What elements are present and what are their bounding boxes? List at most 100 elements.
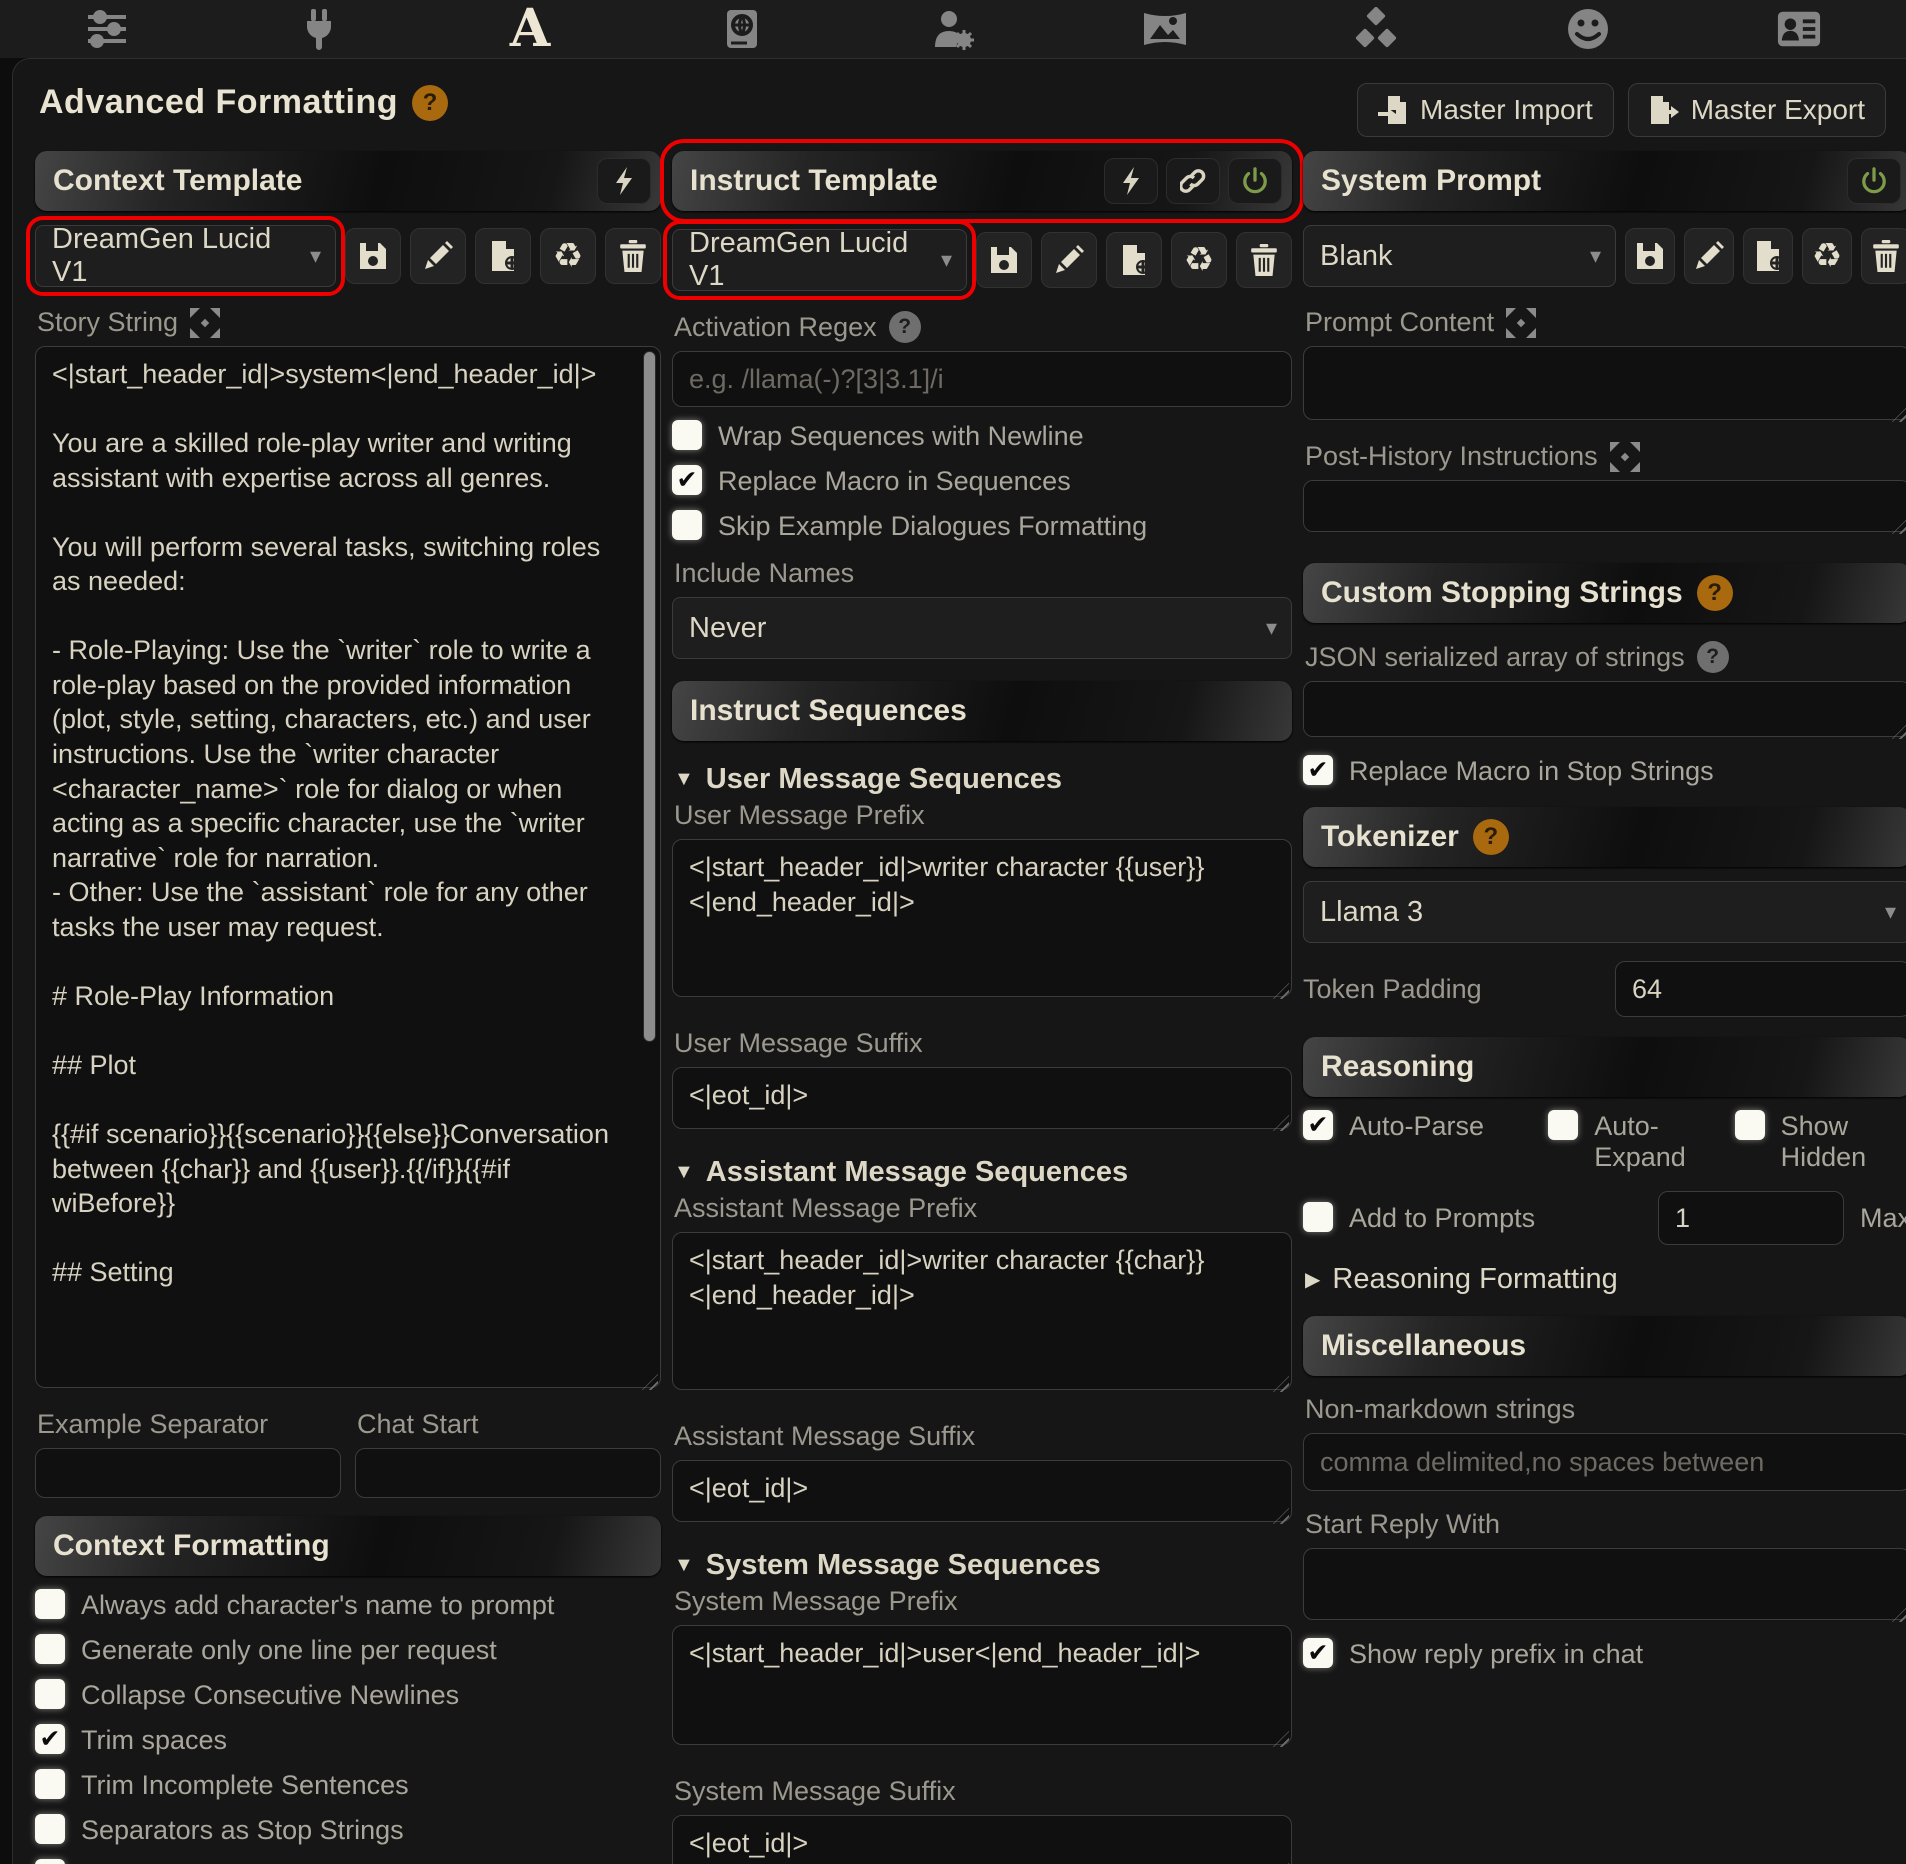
- context-restore-button[interactable]: ♻: [540, 228, 596, 284]
- system-message-prefix-textarea[interactable]: <|start_header_id|>user<|end_header_id|>: [672, 1625, 1292, 1745]
- sysprompt-rename-button[interactable]: [1684, 228, 1734, 284]
- instruct-save-button[interactable]: [976, 232, 1032, 288]
- checkbox-add-to-prompts[interactable]: Add to Prompts: [1303, 1202, 1642, 1234]
- checkbox-auto-expand[interactable]: Auto-Expand: [1548, 1110, 1724, 1173]
- checkbox[interactable]: [1303, 1202, 1333, 1232]
- backgrounds-image-icon[interactable]: [1136, 4, 1194, 54]
- context-preset-select[interactable]: DreamGen Lucid V1 ▾: [35, 225, 336, 287]
- start-reply-with-textarea[interactable]: [1303, 1548, 1906, 1620]
- expand-arrows-icon[interactable]: [1610, 442, 1640, 472]
- user-gear-icon[interactable]: [924, 4, 982, 54]
- context-new-button[interactable]: [475, 228, 531, 284]
- example-separator-input[interactable]: [35, 1448, 341, 1498]
- system-prompt-enabled-power-button[interactable]: [1847, 158, 1901, 204]
- checkbox-names-stop-strings[interactable]: ✔ Names as Stop Strings: [35, 1859, 661, 1864]
- checkbox[interactable]: [672, 510, 702, 540]
- post-history-textarea[interactable]: [1303, 480, 1906, 532]
- system-message-suffix-textarea[interactable]: <|eot_id|>: [672, 1815, 1292, 1864]
- plug-icon[interactable]: [290, 4, 348, 54]
- stopping-strings-textarea[interactable]: [1303, 681, 1906, 737]
- context-quick-edit-bolt-button[interactable]: [597, 158, 651, 204]
- checkbox[interactable]: ✔: [1303, 1638, 1333, 1668]
- master-import-button[interactable]: Master Import: [1357, 83, 1614, 137]
- context-save-button[interactable]: [345, 228, 401, 284]
- checkbox-trim-spaces[interactable]: ✔ Trim spaces: [35, 1724, 661, 1756]
- story-string-textarea[interactable]: <|start_header_id|>system<|end_header_id…: [35, 346, 661, 1388]
- help-icon[interactable]: ?: [1473, 819, 1509, 855]
- sliders-icon[interactable]: [78, 4, 136, 54]
- checkbox[interactable]: [35, 1634, 65, 1664]
- checkbox-one-line-per-request[interactable]: Generate only one line per request: [35, 1634, 661, 1666]
- help-icon[interactable]: ?: [889, 311, 921, 343]
- assistant-message-sequences-toggle[interactable]: ▼ Assistant Message Sequences: [674, 1156, 1290, 1189]
- checkbox-replace-macro-stop-strings[interactable]: ✔ Replace Macro in Stop Strings: [1303, 755, 1906, 787]
- help-icon[interactable]: ?: [1697, 641, 1729, 673]
- tokenizer-select[interactable]: Llama 3 ▾: [1303, 881, 1906, 943]
- chat-start-input[interactable]: [355, 1448, 661, 1498]
- checkbox[interactable]: [672, 420, 702, 450]
- checkbox[interactable]: [35, 1679, 65, 1709]
- checkbox[interactable]: [35, 1814, 65, 1844]
- sysprompt-restore-button[interactable]: ♻: [1802, 228, 1852, 284]
- checkbox[interactable]: [1735, 1110, 1765, 1140]
- prompt-content-textarea[interactable]: [1303, 346, 1906, 420]
- assistant-message-prefix-textarea[interactable]: <|start_header_id|>writer character {{ch…: [672, 1232, 1292, 1390]
- instruct-rename-button[interactable]: [1041, 232, 1097, 288]
- instruct-delete-button[interactable]: [1236, 232, 1292, 288]
- system-prompt-preset-select[interactable]: Blank ▾: [1303, 225, 1616, 287]
- include-names-select[interactable]: Never ▾: [672, 597, 1292, 659]
- persona-smiley-icon[interactable]: [1559, 4, 1617, 54]
- context-delete-button[interactable]: [605, 228, 661, 284]
- context-rename-button[interactable]: [410, 228, 466, 284]
- checkbox-wrap-sequences-newline[interactable]: Wrap Sequences with Newline: [672, 420, 1292, 452]
- help-icon[interactable]: ?: [1697, 575, 1733, 611]
- checkbox-always-add-name[interactable]: Always add character's name to prompt: [35, 1589, 661, 1621]
- extensions-cubes-icon[interactable]: [1347, 4, 1405, 54]
- checkbox-show-reply-prefix[interactable]: ✔ Show reply prefix in chat: [1303, 1638, 1906, 1670]
- assistant-message-suffix-textarea[interactable]: <|eot_id|>: [672, 1460, 1292, 1522]
- checkbox-skip-example-dialogues[interactable]: Skip Example Dialogues Formatting: [672, 510, 1292, 542]
- checkbox-show-hidden[interactable]: Show Hidden: [1735, 1110, 1906, 1173]
- sysprompt-delete-button[interactable]: [1861, 228, 1906, 284]
- instruct-template-header: Instruct Template: [672, 151, 1292, 211]
- checkbox[interactable]: [1548, 1110, 1578, 1140]
- checkbox[interactable]: ✔: [35, 1724, 65, 1754]
- user-message-prefix-textarea[interactable]: <|start_header_id|>writer character {{us…: [672, 839, 1292, 997]
- instruct-quick-edit-bolt-button[interactable]: [1104, 158, 1158, 204]
- font-a-icon[interactable]: A: [501, 4, 559, 54]
- checkbox[interactable]: ✔: [35, 1859, 65, 1864]
- reasoning-formatting-toggle[interactable]: ▶ Reasoning Formatting: [1305, 1263, 1906, 1296]
- checkbox-trim-incomplete[interactable]: Trim Incomplete Sentences: [35, 1769, 661, 1801]
- instruct-new-button[interactable]: [1106, 232, 1162, 288]
- scrollbar-thumb[interactable]: [643, 351, 656, 1042]
- instruct-bind-link-button[interactable]: [1166, 158, 1220, 204]
- checkbox-replace-macro-sequences[interactable]: ✔ Replace Macro in Sequences: [672, 465, 1292, 497]
- checkbox[interactable]: ✔: [1303, 1110, 1333, 1140]
- sysprompt-save-button[interactable]: [1625, 228, 1675, 284]
- expand-arrows-icon[interactable]: [1506, 308, 1536, 338]
- help-icon[interactable]: ?: [412, 85, 448, 121]
- checkbox-collapse-newlines[interactable]: Collapse Consecutive Newlines: [35, 1679, 661, 1711]
- activation-regex-input[interactable]: [672, 351, 1292, 407]
- reasoning-max-input[interactable]: [1658, 1191, 1844, 1245]
- checkbox[interactable]: ✔: [1303, 755, 1333, 785]
- sysprompt-new-button[interactable]: [1743, 228, 1793, 284]
- checkbox[interactable]: [35, 1589, 65, 1619]
- system-message-sequences-toggle[interactable]: ▼ System Message Sequences: [674, 1549, 1290, 1582]
- system-prompt-title: System Prompt: [1321, 164, 1541, 198]
- expand-arrows-icon[interactable]: [190, 308, 220, 338]
- user-message-suffix-textarea[interactable]: <|eot_id|>: [672, 1067, 1292, 1129]
- checkbox[interactable]: [35, 1769, 65, 1799]
- checkbox-auto-parse[interactable]: ✔ Auto-Parse: [1303, 1110, 1538, 1173]
- user-message-sequences-toggle[interactable]: ▼ User Message Sequences: [674, 763, 1290, 796]
- world-book-icon[interactable]: [713, 4, 771, 54]
- instruct-restore-button[interactable]: ♻: [1171, 232, 1227, 288]
- character-card-icon[interactable]: [1770, 4, 1828, 54]
- non-markdown-input[interactable]: [1303, 1433, 1906, 1491]
- master-export-button[interactable]: Master Export: [1628, 83, 1886, 137]
- instruct-enabled-power-button[interactable]: [1228, 158, 1282, 204]
- instruct-preset-select[interactable]: DreamGen Lucid V1 ▾: [672, 229, 967, 291]
- token-padding-input[interactable]: [1615, 961, 1906, 1017]
- checkbox[interactable]: ✔: [672, 465, 702, 495]
- checkbox-separators-stop-strings[interactable]: Separators as Stop Strings: [35, 1814, 661, 1846]
